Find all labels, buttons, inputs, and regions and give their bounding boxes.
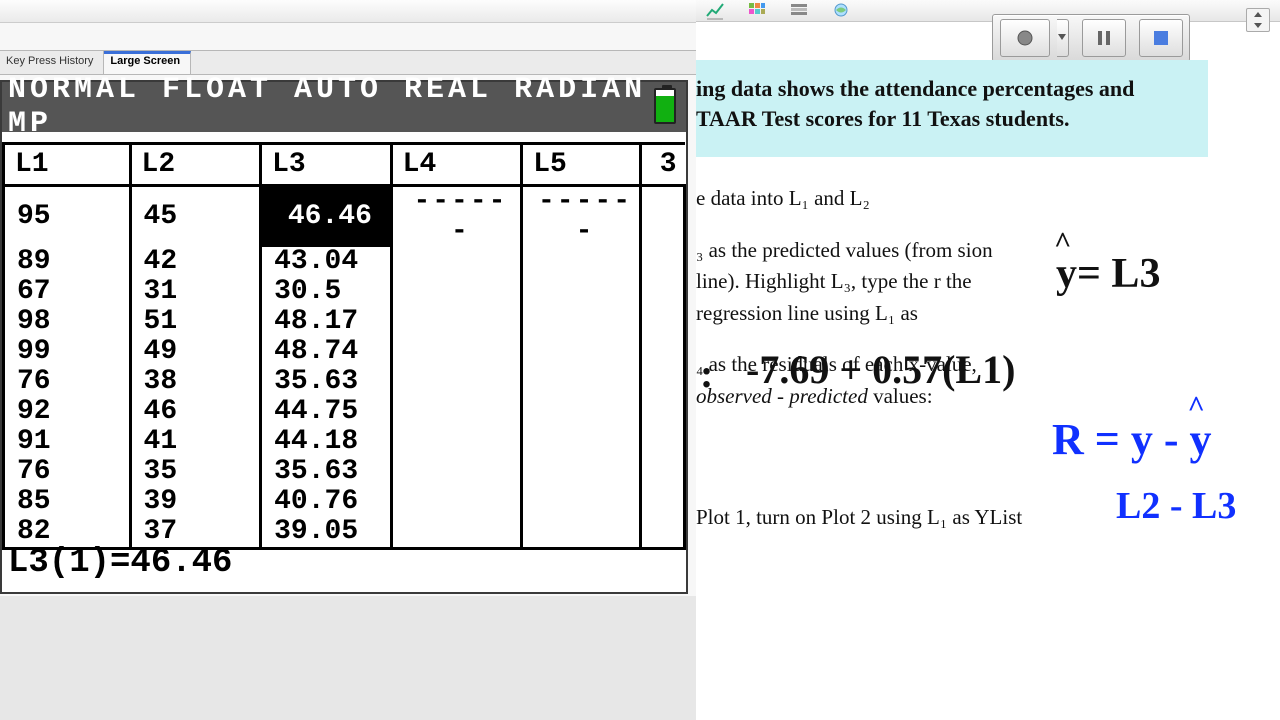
table-icon[interactable] [790, 2, 808, 20]
tab-large-screen[interactable]: Large Screen [104, 51, 191, 74]
cell-l1-5[interactable]: 99 [4, 337, 131, 367]
window-chrome [0, 0, 696, 23]
step-enter-data: e data into L₁ and L₂ [696, 183, 1280, 215]
cell-l3-3[interactable]: 30.5 [261, 277, 392, 307]
col-header-l3[interactable]: L3 [261, 144, 392, 186]
handwriting-yhat-eq-l3: y= L3 [1056, 250, 1160, 298]
handwriting-colon: : [700, 350, 713, 397]
tab-key-press-history[interactable]: Key Press History [0, 51, 104, 74]
cell-pad [640, 186, 684, 248]
cell-l1-7[interactable]: 92 [4, 397, 131, 427]
cell-l2-3[interactable]: 31 [130, 277, 261, 307]
battery-icon [654, 88, 676, 124]
entry-line[interactable]: L3(1)=46.46 [8, 544, 232, 582]
list-editor-table[interactable]: L1 L2 L3 L4 L5 3 95 45 46.46 ------ ----… [2, 142, 686, 550]
cell-l1-2[interactable]: 89 [4, 247, 131, 277]
cell-l2-5[interactable]: 49 [130, 337, 261, 367]
calculator-emulator-pane: Key Press History Large Screen NORMAL FL… [0, 0, 696, 720]
cell-l3-1-selected[interactable]: 46.46 [261, 186, 392, 248]
emulator-tabs: Key Press History Large Screen [0, 50, 696, 75]
col-header-l2[interactable]: L2 [130, 144, 261, 186]
step-predicted: ₃ as the predicted values (from sion lin… [696, 235, 1280, 330]
cell-l2-6[interactable]: 38 [130, 367, 261, 397]
recording-player [992, 14, 1190, 62]
globe-icon[interactable] [832, 2, 850, 20]
cell-l1-3[interactable]: 67 [4, 277, 131, 307]
stop-button[interactable] [1139, 19, 1183, 57]
cell-l3-11[interactable]: 39.05 [261, 517, 392, 549]
cell-l2-7[interactable]: 46 [130, 397, 261, 427]
lesson-document: ing data shows the attendance percentage… [696, 60, 1280, 720]
document-pane: ing data shows the attendance percentage… [696, 0, 1280, 720]
prompt-line-1: ing data shows the attendance percentage… [696, 76, 1134, 101]
cell-l2-10[interactable]: 39 [130, 487, 261, 517]
cell-l2-4[interactable]: 51 [130, 307, 261, 337]
cell-l3-9[interactable]: 35.63 [261, 457, 392, 487]
cell-l2-2[interactable]: 42 [130, 247, 261, 277]
cell-l2-8[interactable]: 41 [130, 427, 261, 457]
handwriting-l2-minus-l3: L2 - L3 [1116, 484, 1236, 528]
cell-l3-6[interactable]: 35.63 [261, 367, 392, 397]
emulator-empty-area [0, 596, 696, 720]
cell-l3-2[interactable]: 43.04 [261, 247, 392, 277]
calc-status-bar: NORMAL FLOAT AUTO REAL RADIAN MP [2, 82, 686, 132]
grid-icon[interactable] [748, 2, 766, 20]
cell-l1-1[interactable]: 95 [4, 186, 131, 248]
doc-toolbar [696, 0, 1280, 22]
cell-l1-4[interactable]: 98 [4, 307, 131, 337]
cell-l3-5[interactable]: 48.74 [261, 337, 392, 367]
chart-line-icon[interactable] [706, 2, 724, 20]
cell-l3-10[interactable]: 40.76 [261, 487, 392, 517]
cell-l5-empty[interactable]: ------ [522, 186, 641, 248]
status-text: NORMAL FLOAT AUTO REAL RADIAN MP [8, 73, 686, 141]
cell-l3-8[interactable]: 44.18 [261, 427, 392, 457]
record-button[interactable] [1000, 19, 1050, 57]
cell-l2-9[interactable]: 35 [130, 457, 261, 487]
col-header-l5[interactable]: L5 [522, 144, 641, 186]
cell-l1-6[interactable]: 76 [4, 367, 131, 397]
cell-l4-empty[interactable]: ------ [391, 186, 522, 248]
record-dropdown[interactable] [1057, 19, 1069, 57]
col-header-l4[interactable]: L4 [391, 144, 522, 186]
col-index: 3 [640, 144, 684, 186]
cell-l1-8[interactable]: 91 [4, 427, 131, 457]
cell-l1-10[interactable]: 85 [4, 487, 131, 517]
handwriting-residual-formula: R = y - y [1052, 414, 1212, 465]
cell-l3-7[interactable]: 44.75 [261, 397, 392, 427]
pause-button[interactable] [1082, 19, 1126, 57]
resize-vertical-button[interactable] [1246, 8, 1270, 32]
prompt-line-2: TAAR Test scores for 11 Texas students. [696, 106, 1069, 131]
problem-prompt: ing data shows the attendance percentage… [696, 60, 1208, 157]
handwriting-regression-eq: -7.69 + 0.57(L1) [746, 346, 1015, 393]
calculator-screen: NORMAL FLOAT AUTO REAL RADIAN MP L1 L2 L… [0, 80, 688, 594]
cell-l2-1[interactable]: 45 [130, 186, 261, 248]
cell-l3-4[interactable]: 48.17 [261, 307, 392, 337]
cell-l1-9[interactable]: 76 [4, 457, 131, 487]
col-header-l1[interactable]: L1 [4, 144, 131, 186]
